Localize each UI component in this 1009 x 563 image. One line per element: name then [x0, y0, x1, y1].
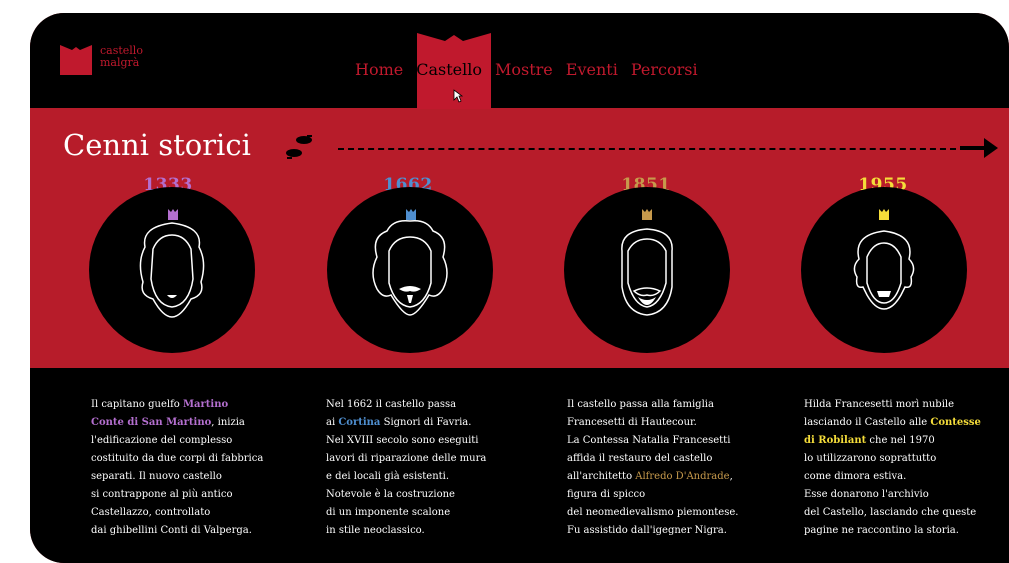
highlighted-name: Alfredo D'Andrade: [635, 471, 730, 482]
description-line: pagine ne raccontino la storia.: [804, 522, 981, 540]
description-text: e dei locali già esistenti.: [326, 471, 450, 482]
description-text: Fu assistido dall'igegner Nigra.: [567, 525, 727, 536]
description-line: in stile neoclassico.: [326, 522, 486, 540]
page-frame: castello malgrà Home Castello Mostre Eve…: [30, 13, 1009, 563]
description-line: di un imponente scalone: [326, 504, 486, 522]
description-line: lavori di riparazione delle mura: [326, 450, 486, 468]
description-text: Il castello passa alla famiglia: [567, 399, 714, 410]
mouse-pointer-icon: [453, 89, 463, 103]
history-descriptions: Il capitano guelfo Martino Conte di San M…: [30, 368, 1009, 563]
timeline-dashed-line: [338, 148, 956, 150]
description-text: ,: [729, 471, 733, 482]
brand-name-line2: malgrà: [100, 56, 140, 69]
description-line: separati. Il nuovo castello: [91, 468, 263, 486]
description-line: Francesetti di Hautecour.: [567, 414, 738, 432]
description-line: Esse donarono l'archivio: [804, 486, 981, 504]
description-text: all'architetto: [567, 471, 636, 482]
crown-icon: [406, 209, 416, 220]
top-navigation-bar: castello malgrà Home Castello Mostre Eve…: [30, 13, 1009, 109]
description-1955: Hilda Francesetti morì nubile lasciando i…: [804, 396, 981, 540]
description-text: separati. Il nuovo castello: [91, 471, 222, 482]
description-text: Notevole è la costruzione: [326, 489, 455, 500]
description-line: Hilda Francesetti morì nubile: [804, 396, 981, 414]
description-text: lavori di riparazione delle mura: [326, 453, 487, 464]
description-text: di un imponente scalone: [326, 507, 451, 518]
description-line: affida il restauro del castello: [567, 450, 738, 468]
section-title: Cenni storici: [63, 128, 251, 162]
description-text: del neomedievalismo piemontese.: [567, 507, 739, 518]
description-line: La Contessa Natalia Francesetti: [567, 432, 738, 450]
description-text: che nel 1970: [866, 435, 935, 446]
description-line: Nel XVIII secolo sono eseguiti: [326, 432, 486, 450]
description-text: come dimora estiva.: [804, 471, 907, 482]
description-line: lasciando il Castello alle Contesse: [804, 414, 981, 432]
description-text: del Castello, lasciando che queste: [804, 507, 977, 518]
nav-home[interactable]: Home: [355, 60, 403, 79]
description-line: Il capitano guelfo Martino: [91, 396, 263, 414]
highlighted-name: Martino: [182, 399, 229, 410]
description-text: figura di spicco: [567, 489, 646, 500]
description-line: dai ghibellini Conti di Valperga.: [91, 522, 263, 540]
description-text: in stile neoclassico.: [326, 525, 425, 536]
description-line: come dimora estiva.: [804, 468, 981, 486]
description-text: Il capitano guelfo: [91, 399, 183, 410]
description-line: l'edificazione del complesso: [91, 432, 263, 450]
crown-icon: [642, 209, 652, 220]
description-text: si contrappone al più antico: [91, 489, 233, 500]
highlighted-name: di Robilant: [804, 435, 867, 446]
description-1851: Il castello passa alla famiglia Franceset…: [567, 396, 738, 540]
main-nav: Home Castello Mostre Eventi Percorsi: [355, 60, 698, 79]
description-line: Fu assistido dall'igegner Nigra.: [567, 522, 738, 540]
description-1333: Il capitano guelfo Martino Conte di San M…: [91, 396, 263, 540]
description-line: Il castello passa alla famiglia: [567, 396, 738, 414]
brand-logo[interactable]: castello malgrà: [60, 45, 143, 75]
footprints-icon: [286, 135, 312, 159]
highlighted-name: Cortina: [338, 417, 381, 428]
description-text: l'edificazione del complesso: [91, 435, 233, 446]
nav-castello[interactable]: Castello: [416, 60, 482, 79]
crown-icon: [879, 209, 889, 220]
description-line: Conte di San Martino, inizia: [91, 414, 263, 432]
description-text: affida il restauro del castello: [567, 453, 713, 464]
description-text: Signori di Favria.: [380, 417, 472, 428]
description-text: La Contessa Natalia Francesetti: [567, 435, 731, 446]
description-line: del neomedievalismo piemontese.: [567, 504, 738, 522]
description-text: costituito da due corpi di fabbrica: [91, 453, 264, 464]
description-text: , inizia: [211, 417, 245, 428]
description-text: lasciando il Castello alle: [804, 417, 931, 428]
highlighted-name: Contesse: [930, 417, 981, 428]
description-line: figura di spicco: [567, 486, 738, 504]
description-line: Notevole è la costruzione: [326, 486, 486, 504]
description-text: dai ghibellini Conti di Valperga.: [91, 525, 252, 536]
arrow-right-icon[interactable]: [960, 135, 1000, 161]
description-line: ai Cortina Signori di Favria.: [326, 414, 486, 432]
nav-percorsi[interactable]: Percorsi: [631, 60, 698, 79]
description-text: Nel 1662 il castello passa: [326, 399, 457, 410]
description-text: Francesetti di Hautecour.: [567, 417, 697, 428]
description-line: lo utilizzarono soprattutto: [804, 450, 981, 468]
description-text: pagine ne raccontino la storia.: [804, 525, 959, 536]
nav-eventi[interactable]: Eventi: [566, 60, 618, 79]
description-text: Esse donarono l'archivio: [804, 489, 929, 500]
description-line: all'architetto Alfredo D'Andrade,: [567, 468, 738, 486]
description-text: Castellazzo, controllato: [91, 507, 211, 518]
book-logo-icon: [60, 45, 92, 75]
description-text: ai: [326, 417, 339, 428]
description-text: lo utilizzarono soprattutto: [804, 453, 937, 464]
description-line: Castellazzo, controllato: [91, 504, 263, 522]
description-text: Hilda Francesetti morì nubile: [804, 399, 955, 410]
description-text: Nel XVIII secolo sono eseguiti: [326, 435, 479, 446]
description-line: del Castello, lasciando che queste: [804, 504, 981, 522]
description-line: costituito da due corpi di fabbrica: [91, 450, 263, 468]
description-1662: Nel 1662 il castello passa ai Cortina Sig…: [326, 396, 486, 540]
crown-icon: [168, 209, 178, 220]
description-line: si contrappone al più antico: [91, 486, 263, 504]
description-line: Nel 1662 il castello passa: [326, 396, 486, 414]
highlighted-name: Conte di San Martino: [91, 417, 212, 428]
nav-mostre[interactable]: Mostre: [495, 60, 553, 79]
description-line: di Robilant che nel 1970: [804, 432, 981, 450]
description-line: e dei locali già esistenti.: [326, 468, 486, 486]
